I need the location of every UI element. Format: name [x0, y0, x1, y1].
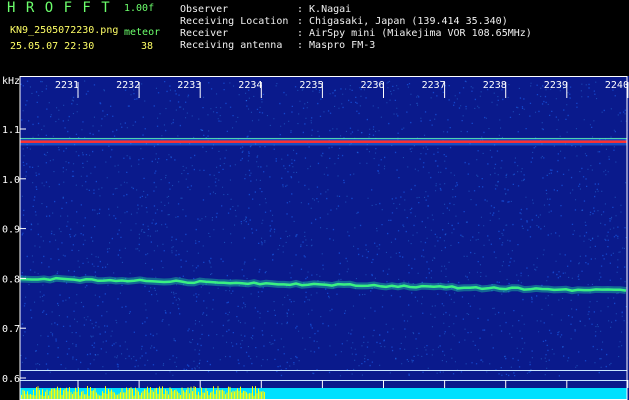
time-tick-label: 2239	[544, 80, 568, 91]
time-tick-label: 2234	[238, 80, 262, 91]
time-tick-label: 2240	[605, 80, 629, 91]
info-antenna-label: Receiving antenna	[180, 40, 283, 51]
datetime-label: 25.05.07 22:30	[10, 41, 95, 52]
app-title: H R O F F T	[7, 0, 111, 16]
carrier-edge	[20, 137, 627, 139]
y-tick-label: 1.1	[2, 125, 20, 136]
y-axis-unit: kHz	[2, 76, 20, 87]
time-tick-label: 2235	[299, 80, 323, 91]
time-tick-label: 2238	[483, 80, 507, 91]
spectrogram-background	[20, 76, 629, 400]
file-name: KN9_2505072230.png	[10, 25, 119, 36]
info-receiver-value: : AirSpy mini (Miakejima VOR 108.65MHz)	[297, 28, 532, 39]
y-tick-label: 0.7	[2, 324, 20, 335]
info-observer-label: Observer	[180, 4, 229, 15]
version-label: 1.00f	[124, 3, 155, 14]
spectrogram: kHz 1.1 1.0 0.9 0.8 0.7 0.6 2231 2232 2233 2234 223…	[2, 76, 629, 400]
time-tick-label: 2232	[116, 80, 140, 91]
time-tick-label: 2237	[422, 80, 446, 91]
time-tick-label: 2231	[55, 80, 79, 91]
info-observer-value: : K.Nagai	[297, 4, 352, 15]
carrier-line	[20, 140, 627, 143]
header-panel: H R O F F T 1.00f KN9_2505072230.png met…	[0, 0, 629, 76]
y-tick-label: 0.9	[2, 225, 20, 236]
y-tick-label: 1.0	[2, 175, 20, 186]
time-tick-label: 2233	[177, 80, 201, 91]
meteor-count: 38	[141, 41, 154, 52]
info-antenna-value: : Maspro FM-3	[297, 40, 376, 51]
y-tick-label: 0.8	[2, 274, 20, 285]
info-location-label: Receiving Location	[180, 16, 289, 27]
y-tick-label: 0.6	[2, 374, 20, 385]
info-receiver-label: Receiver	[180, 28, 229, 39]
info-location-value: : Chigasaki, Japan (139.414 35.340)	[297, 16, 508, 27]
time-tick-label: 2236	[361, 80, 385, 91]
meteor-label: meteor	[124, 27, 161, 38]
